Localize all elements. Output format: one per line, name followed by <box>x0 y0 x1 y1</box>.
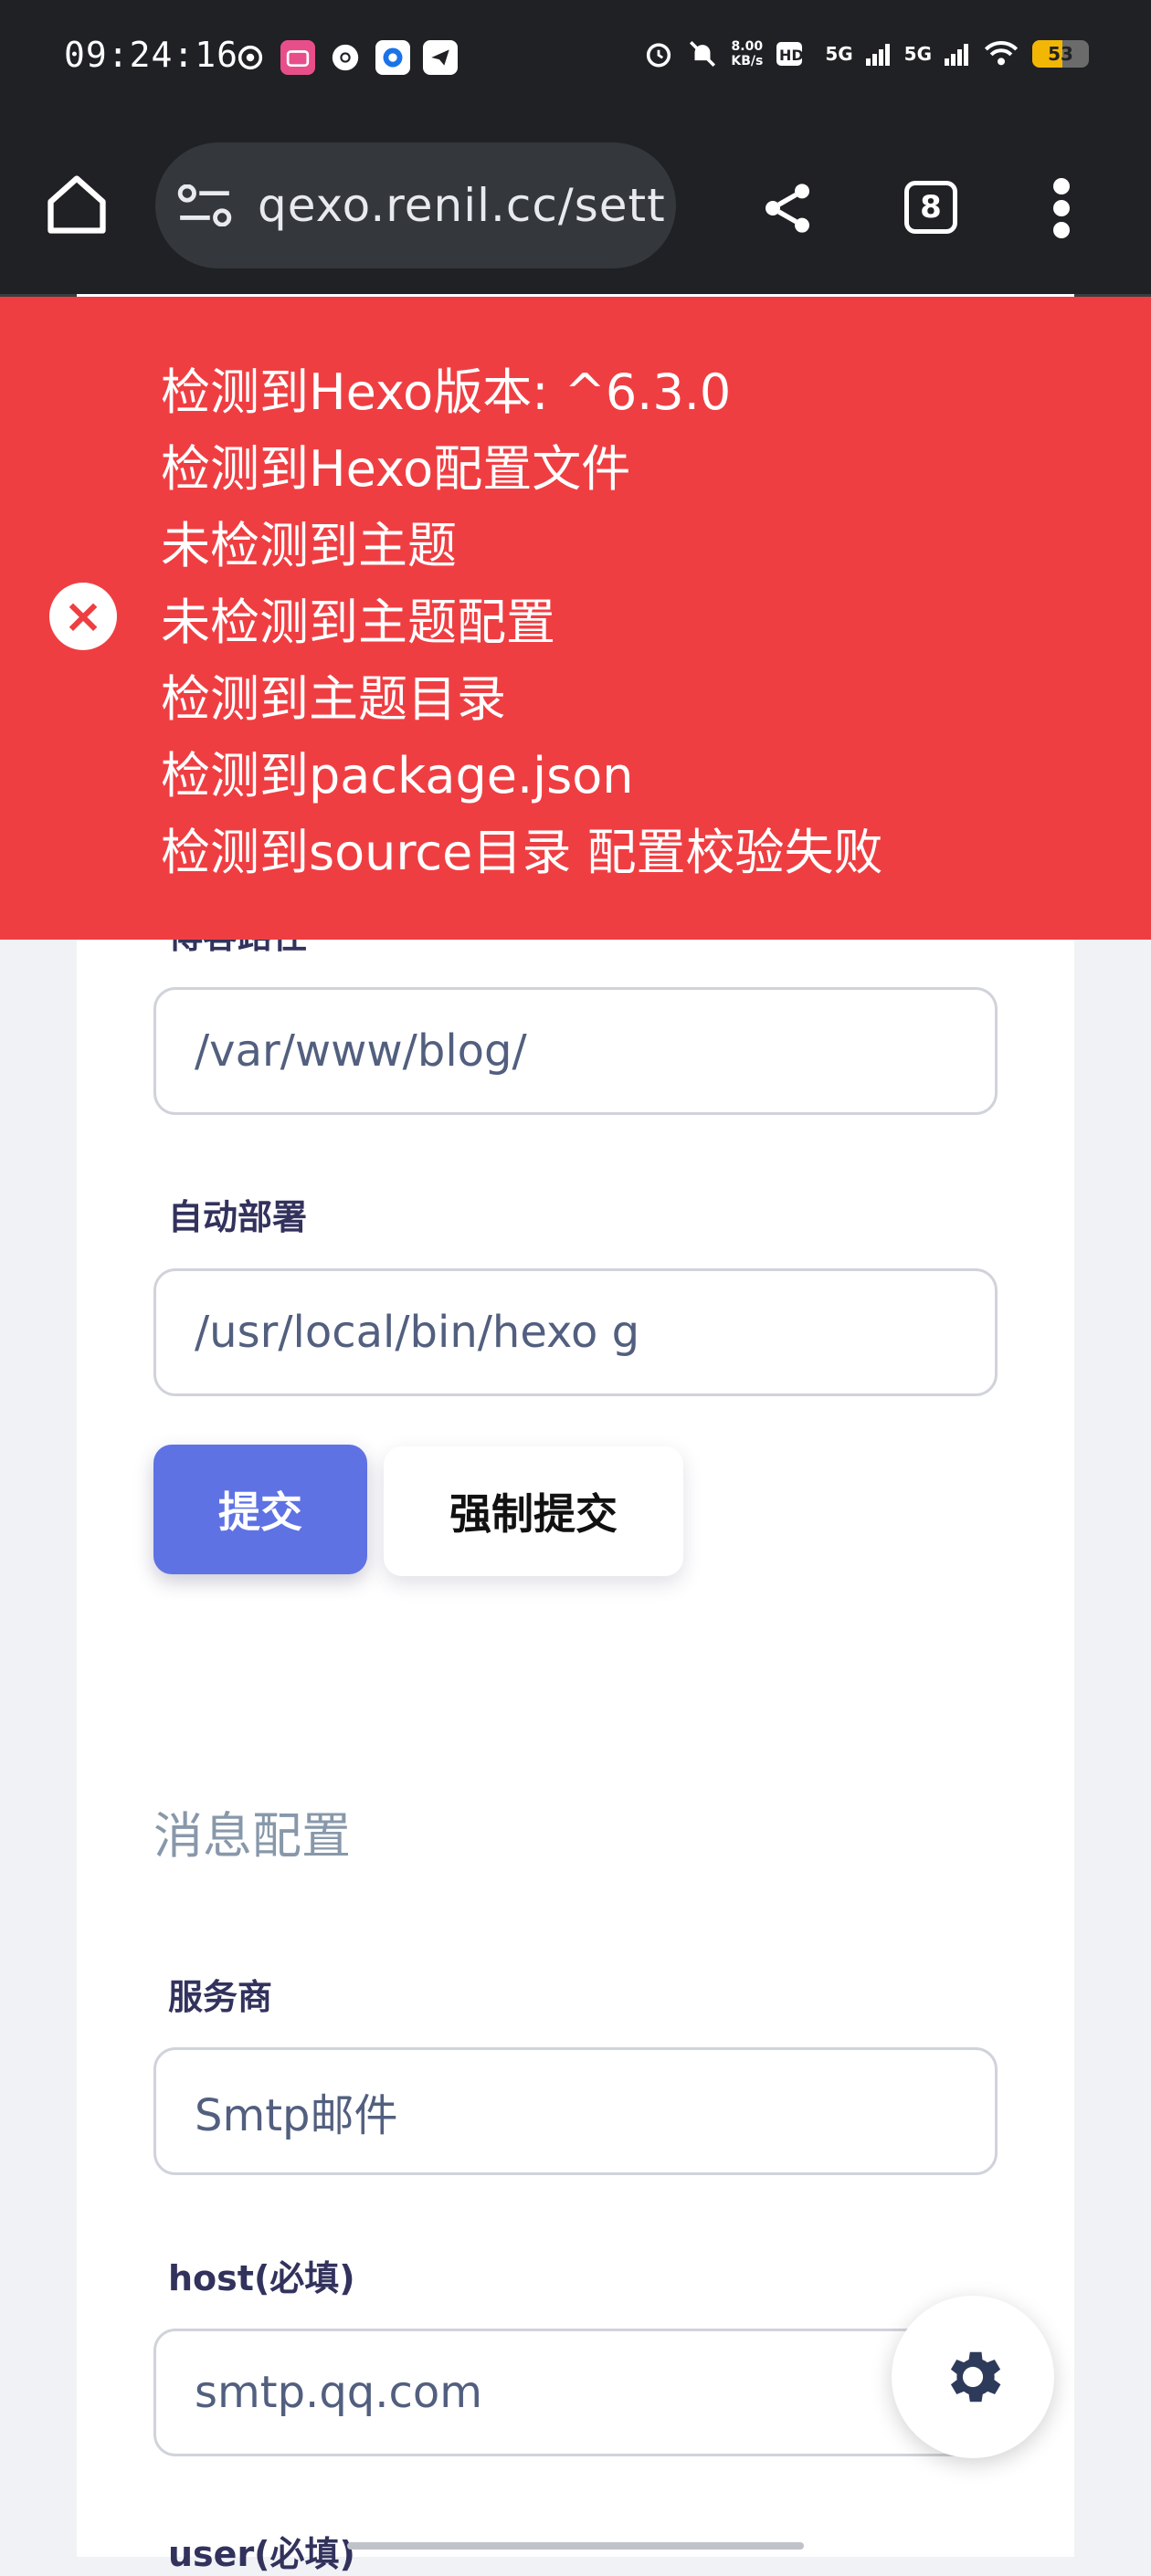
user-label: user(必填) <box>168 2534 355 2574</box>
deploy-label: 自动部署 <box>168 1197 308 1237</box>
hd-icon: HD <box>776 42 804 66</box>
alarm-icon <box>647 43 671 68</box>
gear-icon <box>950 2351 1001 2403</box>
battery-indicator: 53 <box>1032 40 1089 68</box>
share-icon[interactable] <box>758 179 817 237</box>
wifi-icon <box>984 41 1019 66</box>
status-right: 8.00 KB/s HD 5G 5G 53 <box>643 38 1089 69</box>
tab-switcher-button[interactable]: 8 <box>904 181 957 234</box>
alert-messages: 检测到Hexo版本: ^6.3.0 检测到Hexo配置文件 未检测到主题 未检测… <box>161 354 883 891</box>
bilibili-app-icon <box>280 40 315 75</box>
host-input[interactable]: smtp.qq.com <box>153 2329 998 2456</box>
force-submit-button[interactable]: 强制提交 <box>384 1446 683 1576</box>
alert-line: 检测到package.json <box>161 747 634 804</box>
close-circle-icon: × <box>49 583 117 650</box>
browser-toolbar: qexo.renil.cc/sett 8 <box>0 119 1151 297</box>
signal-bars-icon-2 <box>945 44 968 66</box>
signal-bars-icon <box>865 44 890 66</box>
alert-line: 未检测到主题配置 <box>161 594 555 651</box>
host-label: host(必填) <box>168 2258 355 2298</box>
provider-select[interactable]: Smtp邮件 <box>153 2047 998 2175</box>
signal-5g-2: 5G <box>903 43 932 65</box>
message-app-icon <box>375 40 410 75</box>
settings-fab[interactable] <box>892 2296 1054 2458</box>
alert-line: 检测到Hexo配置文件 <box>161 440 631 498</box>
alert-line: 检测到主题目录 <box>161 670 506 728</box>
home-icon[interactable] <box>42 170 111 239</box>
site-settings-icon[interactable] <box>175 184 234 226</box>
address-bar[interactable]: qexo.renil.cc/sett <box>155 142 676 268</box>
status-bar: 09:24:16 8.00 KB/s HD 5G 5G 53 <box>0 0 1151 119</box>
alert-line: 检测到Hexo版本: ^6.3.0 <box>161 363 732 421</box>
notification-icons <box>233 40 458 75</box>
signal-5g-1: 5G <box>825 43 853 65</box>
provider-label: 服务商 <box>168 1977 273 2017</box>
more-menu-icon[interactable] <box>1049 175 1074 241</box>
path-input[interactable]: /var/www/blog/ <box>153 987 998 1115</box>
bell-muted-icon <box>690 40 716 68</box>
url-text[interactable]: qexo.renil.cc/sett <box>258 179 666 232</box>
message-config-title: 消息配置 <box>153 1807 351 1865</box>
status-time: 09:24:16 <box>64 35 239 75</box>
svg-text:HD: HD <box>779 47 804 64</box>
chrome-app-icon <box>328 40 363 75</box>
net-speed: 8.00 KB/s <box>731 39 764 68</box>
submit-button[interactable]: 提交 <box>153 1445 367 1574</box>
deploy-input[interactable]: /usr/local/bin/hexo g <box>153 1268 998 1396</box>
alert-line: 检测到source目录 配置校验失败 <box>161 824 883 881</box>
gesture-bar[interactable] <box>347 2542 804 2550</box>
telegram-app-icon <box>423 40 458 75</box>
alert-line: 未检测到主题 <box>161 517 457 574</box>
swirl-app-icon <box>233 40 268 75</box>
